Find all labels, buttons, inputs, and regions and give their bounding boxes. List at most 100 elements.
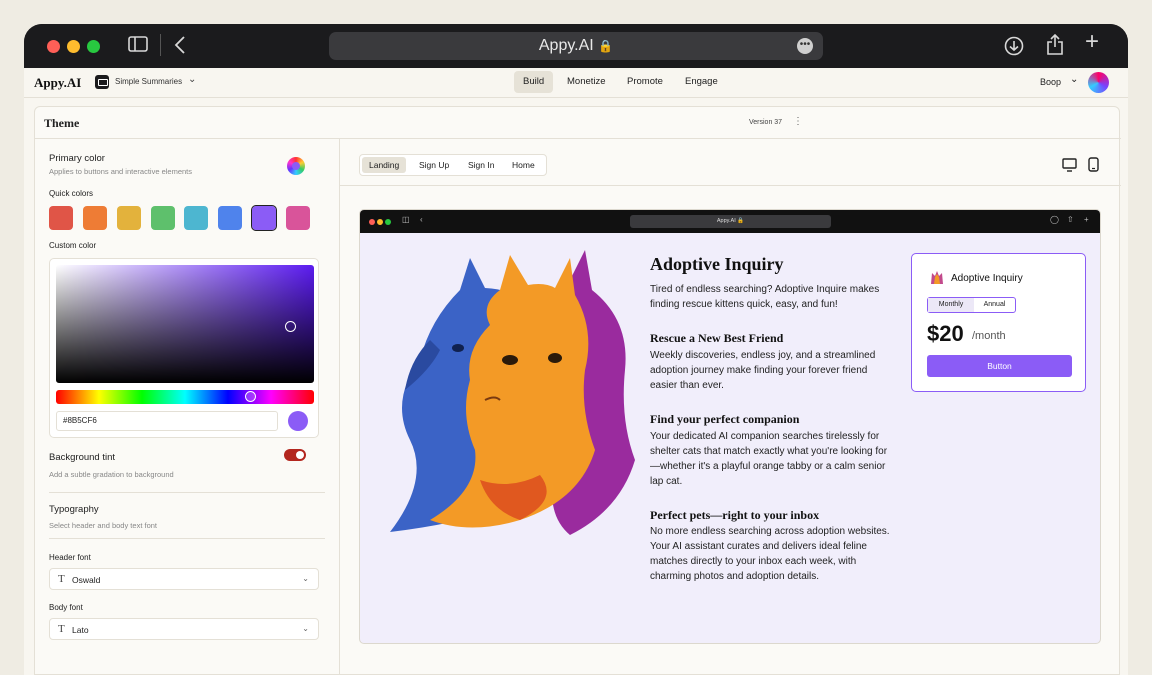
quick-color-swatch[interactable]: [83, 206, 107, 230]
tab-engage[interactable]: Engage: [676, 71, 727, 93]
header-font-value: Oswald: [72, 575, 101, 585]
tab-promote[interactable]: Promote: [618, 71, 672, 93]
saturation-value-area[interactable]: [56, 265, 314, 383]
price-amount: $20: [927, 321, 964, 346]
theme-panel: Theme Version 37 ⋮ Primary color Applies…: [34, 106, 1121, 675]
section-body: No more endless searching across adoptio…: [650, 526, 890, 582]
lock-icon: 🔒: [737, 218, 745, 224]
avatar[interactable]: [1088, 72, 1109, 93]
quick-color-swatch[interactable]: [49, 206, 73, 230]
background-tint-toggle[interactable]: [284, 449, 306, 461]
body-font-select[interactable]: T Lato ⌄: [49, 618, 319, 640]
page-tab-sign-in[interactable]: Sign In: [461, 157, 501, 173]
preview-intro: Tired of endless searching? Adoptive Inq…: [650, 284, 880, 310]
version-label[interactable]: Version 37: [749, 119, 782, 126]
browser-window: Appy.AI 🔒 ••• + Appy.AI Simple Summaries…: [24, 24, 1128, 675]
mobile-icon[interactable]: [1088, 157, 1099, 177]
user-menu[interactable]: Boop: [1040, 77, 1061, 87]
share-icon: ⇧: [1067, 215, 1074, 224]
billing-toggle: Monthly Annual: [927, 297, 1016, 313]
browser-titlebar: Appy.AI 🔒 ••• +: [24, 24, 1128, 68]
divider: [160, 34, 161, 56]
body-font-label: Body font: [49, 603, 83, 612]
primary-color-label: Primary color: [49, 153, 105, 164]
preview-address-bar: Appy.AI 🔒: [630, 215, 831, 228]
project-selector[interactable]: Simple Summaries: [115, 77, 182, 86]
new-tab-icon: +: [1084, 215, 1089, 224]
price-period: /month: [972, 330, 1006, 342]
preview-address-text: Appy.AI: [716, 218, 736, 224]
hue-slider[interactable]: [56, 390, 314, 404]
divider: [49, 538, 325, 539]
minimize-window-button[interactable]: [67, 40, 80, 53]
preview-close-dot: [369, 219, 375, 225]
hue-knob[interactable]: [245, 391, 256, 402]
quick-color-swatch[interactable]: [151, 206, 175, 230]
sidebar-toggle-icon: ◫: [402, 215, 410, 224]
chevron-down-icon: ⌄: [302, 574, 309, 583]
quick-color-swatch[interactable]: [184, 206, 208, 230]
header-font-select[interactable]: T Oswald ⌄: [49, 568, 319, 590]
quick-color-swatch[interactable]: [117, 206, 141, 230]
body-font-value: Lato: [72, 625, 89, 635]
close-window-button[interactable]: [47, 40, 60, 53]
sidebar-toggle-icon[interactable]: [128, 36, 148, 56]
divider: [340, 185, 1121, 186]
color-picker: #8B5CF6: [49, 258, 319, 438]
billing-monthly[interactable]: Monthly: [928, 298, 974, 312]
chevron-down-icon[interactable]: ⌄: [1070, 74, 1078, 85]
saturation-knob[interactable]: [285, 321, 296, 332]
current-color-preview: [288, 411, 308, 431]
color-wheel-icon[interactable]: [287, 157, 305, 175]
section-body: Your dedicated AI companion searches tir…: [650, 431, 888, 487]
tab-monetize[interactable]: Monetize: [558, 71, 615, 93]
address-bar[interactable]: Appy.AI 🔒 •••: [329, 32, 823, 60]
chevron-down-icon[interactable]: ⌄: [188, 74, 196, 85]
app-window: Appy.AI Simple Summaries ⌄ Build Monetiz…: [24, 68, 1128, 675]
back-icon[interactable]: [174, 36, 186, 58]
quick-color-swatch-selected[interactable]: [251, 205, 277, 231]
divider: [339, 138, 340, 675]
project-icon: [95, 75, 109, 89]
section-title: Perfect pets—right to your inbox: [650, 508, 820, 522]
background-tint-label: Background tint: [49, 452, 116, 463]
preview-browser-bar: ◫ ‹ Appy.AI 🔒 ◯ ⇧ +: [360, 210, 1100, 233]
preview-maximize-dot: [385, 219, 391, 225]
page-switcher: Landing Sign Up Sign In Home: [359, 154, 547, 176]
app-logo: Appy.AI: [34, 75, 82, 90]
maximize-window-button[interactable]: [87, 40, 100, 53]
quick-color-swatch[interactable]: [286, 206, 310, 230]
header-font-label: Header font: [49, 553, 91, 562]
billing-annual[interactable]: Annual: [974, 298, 1015, 312]
cats-illustration: [390, 250, 635, 535]
cat-logo-icon: [931, 271, 943, 284]
address-text: Appy.AI: [538, 37, 594, 54]
tab-build[interactable]: Build: [514, 71, 554, 93]
page-tab-sign-up[interactable]: Sign Up: [412, 157, 456, 173]
page-tab-home[interactable]: Home: [505, 157, 542, 173]
download-icon[interactable]: [1004, 36, 1024, 60]
font-icon: T: [58, 623, 65, 635]
preview-headline: Adoptive Inquiry: [650, 254, 784, 274]
new-tab-icon[interactable]: +: [1085, 30, 1099, 54]
quick-colors-label: Quick colors: [49, 189, 94, 198]
more-options-icon[interactable]: •••: [797, 38, 813, 54]
background-tint-description: Add a subtle gradation to background: [49, 470, 174, 479]
cta-button[interactable]: Button: [927, 355, 1072, 377]
hex-input[interactable]: #8B5CF6: [56, 411, 278, 431]
share-icon[interactable]: [1046, 33, 1064, 60]
vertical-more-icon[interactable]: ⋮: [793, 116, 803, 127]
section-body: Weekly discoveries, endless joy, and a s…: [650, 350, 876, 391]
desktop-icon[interactable]: [1062, 158, 1077, 177]
page-tab-landing[interactable]: Landing: [362, 157, 407, 173]
quick-color-swatch[interactable]: [218, 206, 242, 230]
section-title: Find your perfect companion: [650, 412, 800, 426]
pricing-card-title: Adoptive Inquiry: [951, 273, 1023, 284]
download-icon: ◯: [1050, 215, 1059, 224]
preview-minimize-dot: [377, 219, 383, 225]
page-preview: ◫ ‹ Appy.AI 🔒 ◯ ⇧ + Adoptive Inquiry Tir…: [359, 209, 1101, 644]
pricing-card: Adoptive Inquiry Monthly Annual $20 /mon…: [911, 253, 1086, 392]
lock-icon: 🔒: [598, 39, 614, 53]
divider: [35, 138, 1121, 139]
panel-title: Theme: [44, 116, 80, 130]
